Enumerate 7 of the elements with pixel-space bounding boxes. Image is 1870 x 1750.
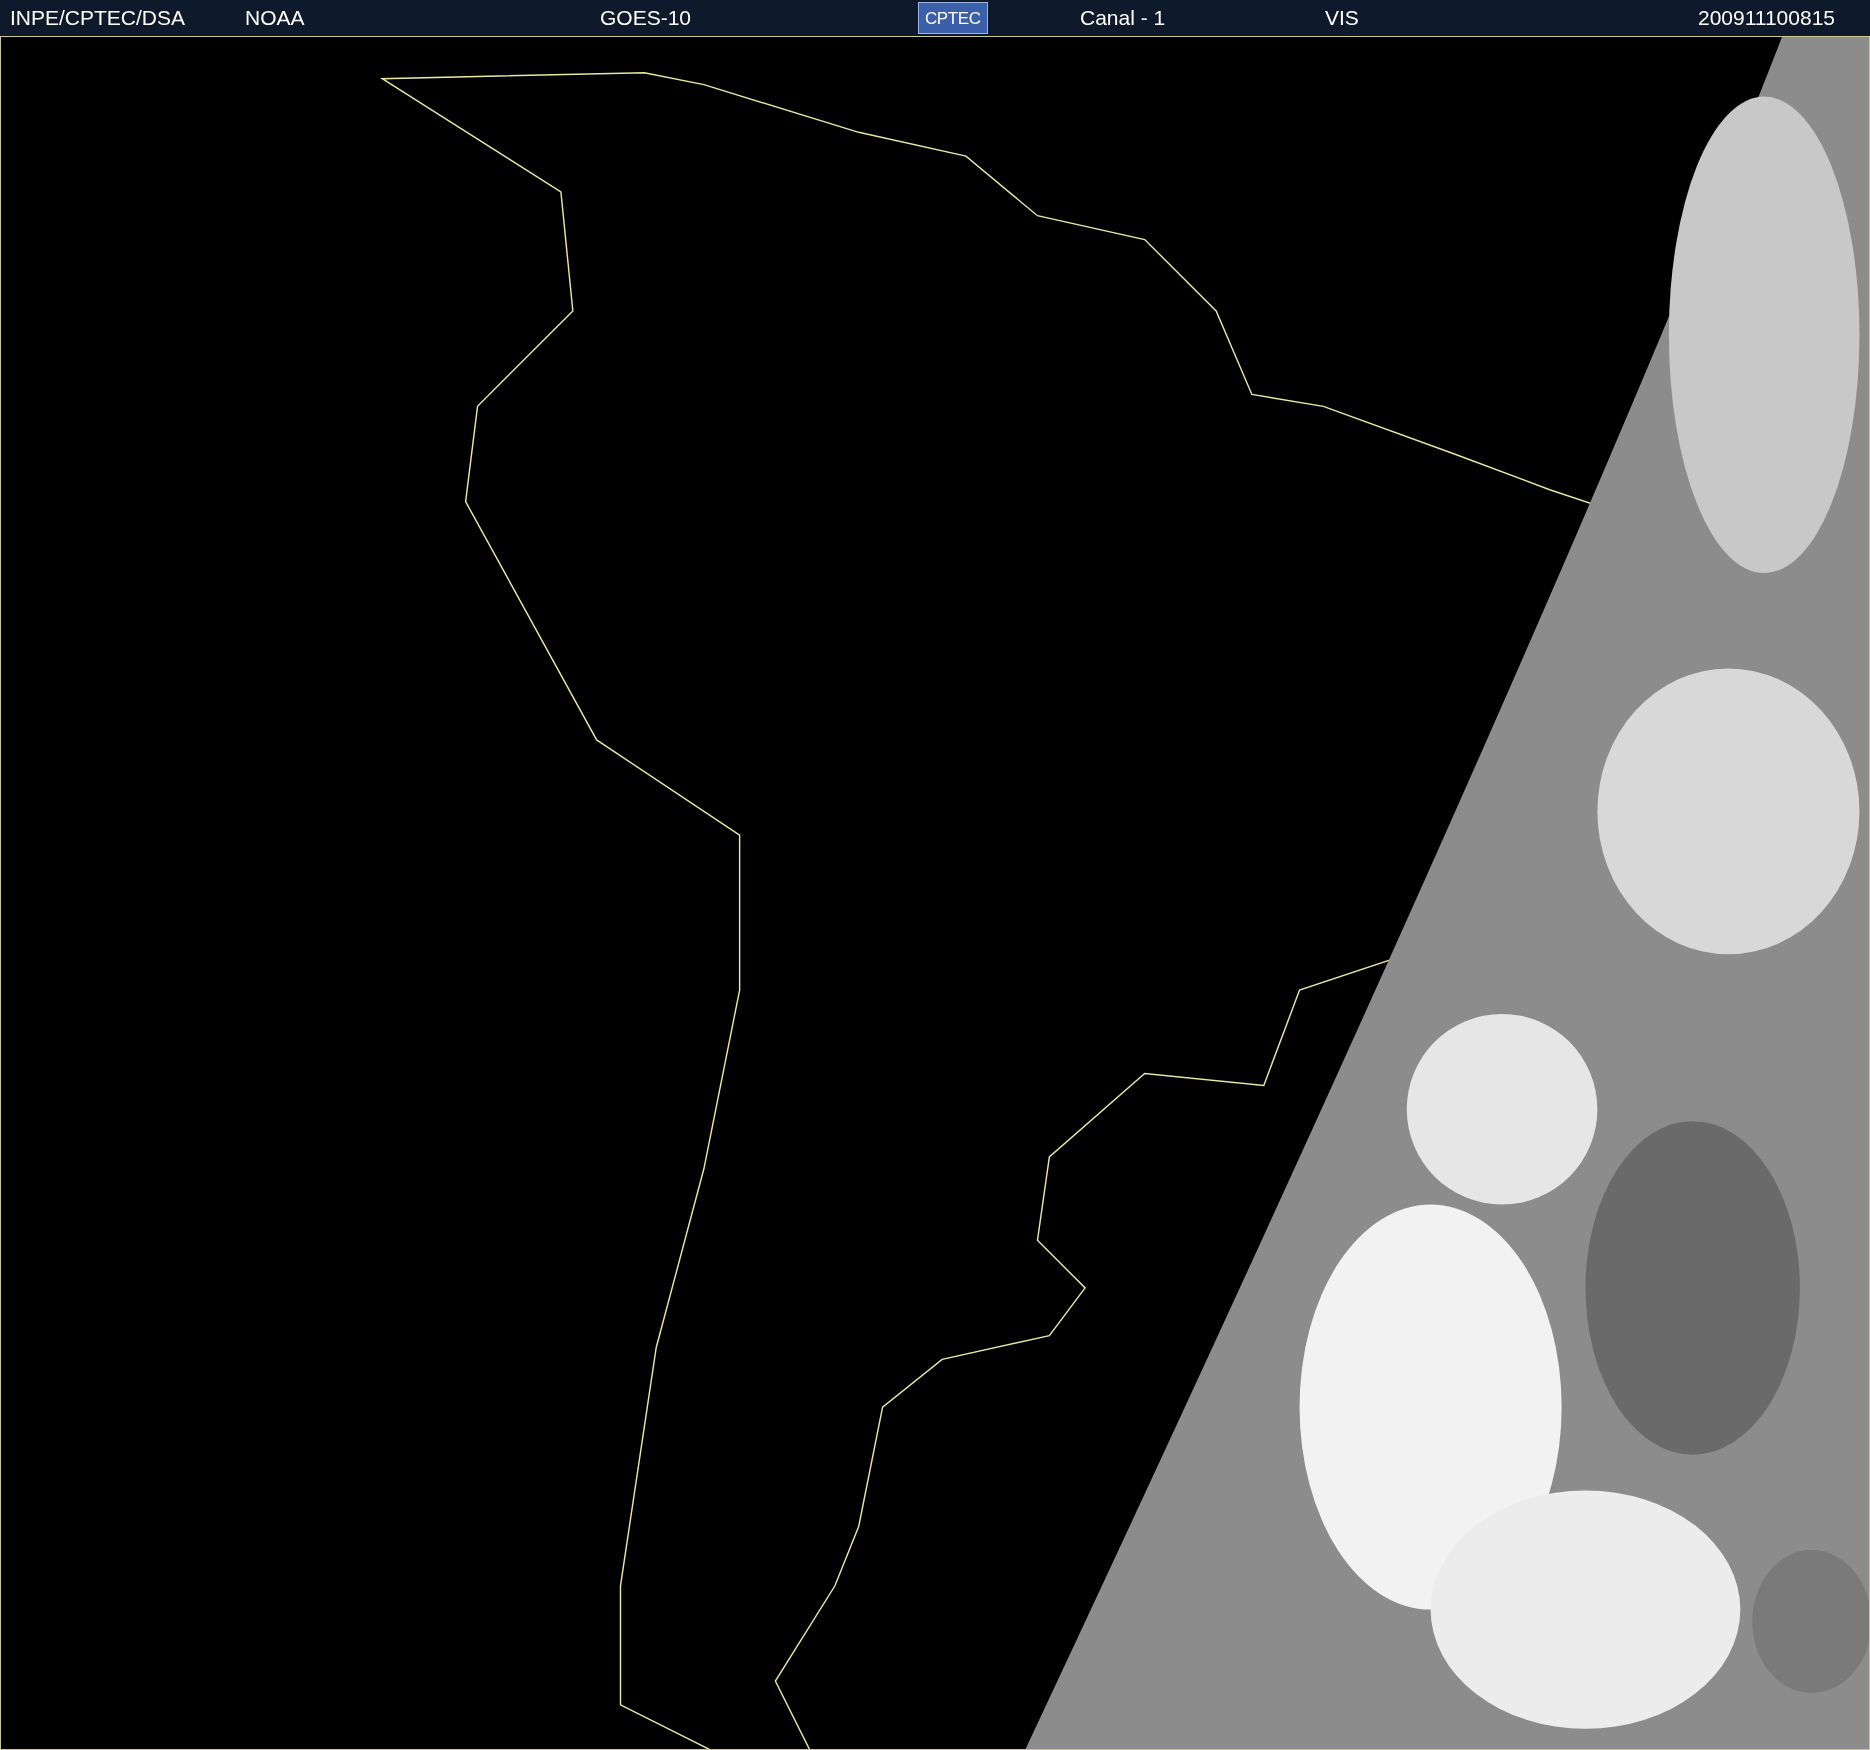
header-label: 200911100815 <box>1697 5 1835 32</box>
header-label: Canal - 1 <box>1080 5 1166 32</box>
header-label: GOES-10 <box>600 5 692 32</box>
header-label: NOAA <box>245 5 305 32</box>
header-label: INPE/CPTEC/DSA <box>10 5 186 32</box>
header-label: VIS <box>1325 5 1359 32</box>
logo: CPTEC <box>918 2 988 34</box>
